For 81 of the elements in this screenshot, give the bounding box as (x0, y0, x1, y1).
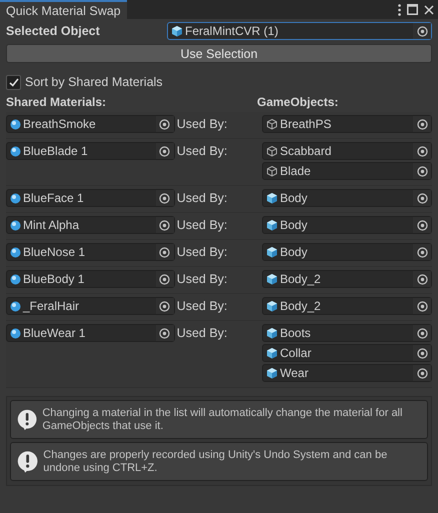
cube-icon (266, 367, 278, 379)
material-field[interactable]: Mint Alpha (6, 216, 175, 234)
object-picker-button[interactable] (413, 143, 431, 159)
cube-outline-icon (266, 118, 278, 130)
object-field[interactable]: Blade (262, 162, 432, 180)
object-field[interactable]: Scabbard (262, 142, 432, 160)
cube-icon (266, 347, 278, 359)
used-by-label: Used By: (176, 143, 228, 160)
material-field[interactable]: BlueBody 1 (6, 270, 175, 288)
material-field[interactable]: BreathSmoke (6, 115, 175, 133)
object-picker-button[interactable] (156, 271, 174, 287)
cube-outline-icon (266, 145, 278, 157)
object-field[interactable]: Wear (262, 364, 432, 382)
object-picker-button[interactable] (413, 298, 431, 314)
material-sphere-icon (10, 192, 21, 204)
cube-icon (266, 300, 278, 312)
close-icon[interactable] (424, 4, 434, 14)
object-picker-button[interactable] (413, 345, 431, 361)
object-field[interactable]: FeralMintCVR (1) (167, 22, 432, 40)
window-tab[interactable]: Quick Material Swap (0, 0, 127, 19)
material-field[interactable]: BlueWear 1 (6, 324, 175, 342)
material-field[interactable]: BlueFace 1 (6, 189, 175, 207)
info-text: Changing a material in the list will automatically change the material for all GameObjects that use it. (42, 406, 404, 432)
used-by-label: Used By: (176, 190, 228, 207)
checkbox-label: Sort by Shared Materials (25, 75, 163, 89)
column-header: GameObjects: (257, 95, 338, 109)
material-field[interactable]: BlueBlade 1 (6, 142, 175, 160)
checkbox[interactable] (6, 74, 21, 90)
material-sphere-icon (10, 146, 21, 156)
object-field[interactable]: Body_2 (262, 270, 432, 288)
column-header: Shared Materials: (6, 95, 108, 109)
use-selection-button[interactable]: Use Selection (6, 44, 432, 63)
cube-icon (266, 273, 278, 285)
cube-icon (171, 25, 183, 37)
more-options-icon[interactable] (398, 4, 401, 16)
cube-icon (266, 327, 278, 339)
material-sphere-icon (10, 246, 21, 258)
object-picker-button[interactable] (413, 190, 431, 206)
object-field[interactable]: Body (262, 189, 432, 207)
object-field[interactable]: Body (262, 216, 432, 234)
object-picker-button[interactable] (413, 23, 431, 39)
used-by-label: Used By: (176, 325, 228, 342)
used-by-label: Used By: (176, 217, 228, 234)
material-sphere-icon (10, 274, 21, 284)
material-sphere-icon (10, 328, 21, 338)
info-text: Changes are properly recorded using Unity's Undo System and can be undone using CTRL+Z. (43, 448, 388, 474)
checkmark-icon (8, 78, 18, 86)
used-by-label: Used By: (176, 271, 228, 288)
object-field[interactable]: Boots (262, 324, 432, 342)
cube-icon (266, 219, 278, 231)
object-field[interactable]: Collar (262, 344, 432, 362)
object-picker-button[interactable] (413, 116, 431, 132)
object-picker-button[interactable] (413, 325, 431, 341)
object-picker-button[interactable] (156, 244, 174, 260)
cube-outline-icon (266, 165, 278, 177)
maximize-icon[interactable] (407, 4, 418, 15)
material-sphere-icon (10, 220, 21, 230)
object-field[interactable]: BreathPS (262, 115, 432, 133)
object-picker-button[interactable] (413, 271, 431, 287)
object-picker-button[interactable] (413, 163, 431, 179)
object-picker-button[interactable] (413, 244, 431, 260)
object-picker-button[interactable] (156, 325, 174, 341)
used-by-label: Used By: (176, 244, 228, 261)
object-picker-button[interactable] (156, 143, 174, 159)
cube-icon (266, 246, 278, 258)
object-picker-button[interactable] (156, 190, 174, 206)
field-label: Selected Object (6, 24, 101, 38)
used-by-label: Used By: (176, 116, 228, 133)
object-field[interactable]: Body (262, 243, 432, 261)
material-sphere-icon (10, 300, 21, 312)
object-picker-button[interactable] (156, 116, 174, 132)
object-picker-button[interactable] (156, 298, 174, 314)
object-field[interactable]: Body_2 (262, 297, 432, 315)
object-picker-button[interactable] (413, 217, 431, 233)
material-field[interactable]: BlueNose 1 (6, 243, 175, 261)
cube-icon (266, 192, 278, 204)
object-picker-button[interactable] (413, 365, 431, 381)
used-by-label: Used By: (176, 298, 228, 315)
material-sphere-icon (10, 118, 21, 130)
material-field[interactable]: _FeralHair (6, 297, 175, 315)
object-picker-button[interactable] (156, 217, 174, 233)
